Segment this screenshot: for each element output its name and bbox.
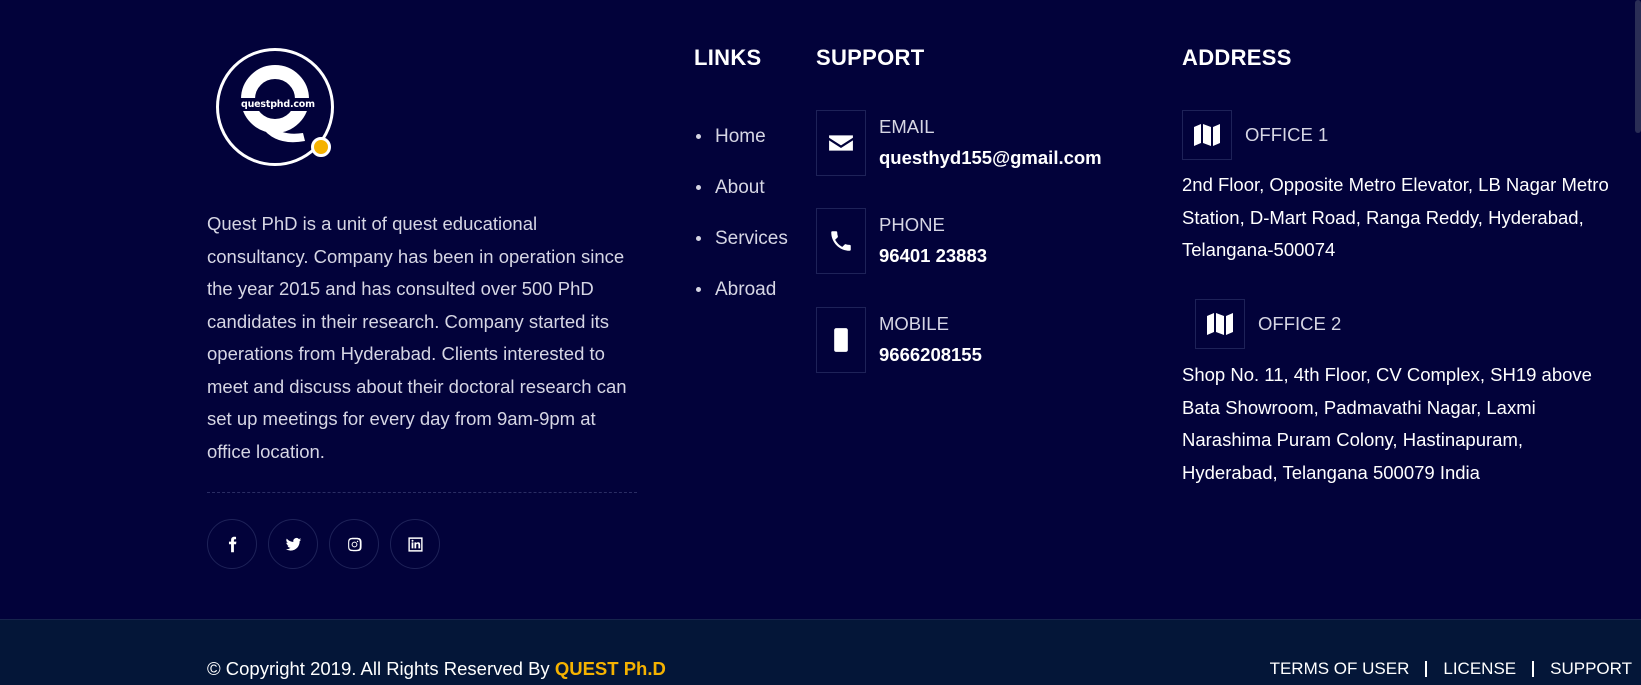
about-text: Quest PhD is a unit of quest educational… [207, 213, 627, 462]
link-services[interactable]: Services [694, 213, 788, 264]
copyright: © Copyright 2019. All Rights Reserved By… [207, 658, 666, 680]
linkedin-icon [407, 536, 423, 552]
linkedin-button[interactable] [390, 519, 440, 569]
divider [207, 492, 637, 493]
link-abroad[interactable]: Abroad [694, 264, 788, 315]
support-email: EMAIL questhyd155@gmail.com [816, 110, 1136, 176]
email-value[interactable]: questhyd155@gmail.com [879, 147, 1102, 169]
links-heading: LINKS [694, 45, 762, 70]
scrollbar[interactable] [1635, 0, 1641, 133]
office-1-header: OFFICE 1 [1182, 110, 1328, 160]
logo-dot [311, 137, 331, 157]
email-label: EMAIL [879, 116, 935, 137]
mobile-value[interactable]: 9666208155 [879, 344, 982, 366]
copyright-text: © Copyright 2019. All Rights Reserved By [207, 658, 550, 679]
office-1-address: 2nd Floor, Opposite Metro Elevator, LB N… [1182, 174, 1609, 260]
address-heading: ADDRESS [1182, 45, 1292, 70]
terms-link[interactable]: TERMS OF USER [1270, 659, 1410, 679]
phone-value[interactable]: 96401 23883 [879, 245, 987, 267]
map-icon [1195, 299, 1245, 349]
support-link[interactable]: SUPPORT [1550, 659, 1632, 679]
instagram-button[interactable] [329, 519, 379, 569]
logo-text: questphd.com [238, 98, 318, 111]
office-1-label: OFFICE 1 [1245, 124, 1329, 145]
link-home[interactable]: Home [694, 111, 788, 162]
twitter-button[interactable] [268, 519, 318, 569]
link-about[interactable]: About [694, 162, 788, 213]
office-2-label: OFFICE 2 [1258, 313, 1342, 334]
footer-main: questphd.com Quest PhD is a unit of ques… [0, 0, 1641, 619]
support-phone: PHONE 96401 23883 [816, 208, 1136, 274]
social-links [207, 519, 440, 569]
map-icon [1182, 110, 1232, 160]
facebook-icon [228, 536, 236, 552]
office-2-address: Shop No. 11, 4th Floor, CV Complex, SH19… [1182, 364, 1592, 483]
bottom-links: TERMS OF USER LICENSE SUPPORT [1270, 659, 1632, 679]
support-mobile: MOBILE 9666208155 [816, 307, 1136, 373]
mobile-label: MOBILE [879, 313, 949, 334]
brand-link[interactable]: QUEST Ph.D [555, 658, 666, 679]
envelope-icon [816, 110, 866, 176]
office-2-header: OFFICE 2 [1195, 299, 1341, 349]
logo[interactable]: questphd.com [216, 48, 334, 166]
instagram-icon [347, 537, 362, 551]
license-link[interactable]: LICENSE [1443, 659, 1516, 679]
links-list: Home About Services Abroad [694, 111, 788, 315]
twitter-icon [285, 537, 301, 551]
support-heading: SUPPORT [816, 45, 925, 70]
phone-icon [816, 208, 866, 274]
separator [1532, 661, 1535, 677]
facebook-button[interactable] [207, 519, 257, 569]
separator [1425, 661, 1428, 677]
mobile-icon [816, 307, 866, 373]
phone-label: PHONE [879, 214, 945, 235]
